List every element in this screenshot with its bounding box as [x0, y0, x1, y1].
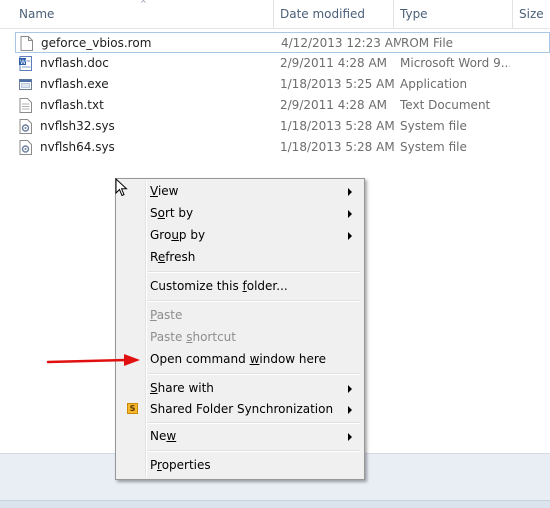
sync-app-icon: S	[127, 403, 138, 414]
menu-separator	[148, 373, 360, 375]
file-date: 1/18/2013 5:28 AM	[280, 119, 395, 133]
file-name: nvflash.txt	[40, 98, 104, 112]
file-date: 4/12/2013 12:23 AM	[281, 36, 401, 50]
file-date: 2/9/2011 4:28 AM	[280, 56, 388, 70]
file-name: nvflash.doc	[40, 56, 109, 70]
file-row-nvflash-exe[interactable]: nvflash.exe 1/18/2013 5:25 AM Applicatio…	[15, 74, 550, 95]
system-file-icon	[19, 140, 32, 155]
menu-item-group-by[interactable]: Group by	[118, 224, 362, 246]
submenu-arrow-icon	[348, 188, 352, 196]
mouse-cursor-icon	[115, 178, 128, 197]
menu-item-label: Sort by	[150, 206, 194, 220]
menu-item-label: Share with	[150, 381, 214, 395]
svg-text:W: W	[20, 59, 26, 66]
file-row-nvflash-txt[interactable]: nvflash.txt 2/9/2011 4:28 AM Text Docume…	[15, 95, 550, 116]
menu-item-customize-folder[interactable]: Customize this folder...	[118, 275, 362, 297]
menu-item-sort-by[interactable]: Sort by	[118, 202, 362, 224]
file-row-nvflsh32-sys[interactable]: nvflsh32.sys 1/18/2013 5:28 AM System fi…	[15, 116, 550, 137]
file-name: geforce_vbios.rom	[41, 36, 152, 50]
menu-item-label: Open command window here	[150, 352, 326, 366]
menu-item-open-command-window[interactable]: Open command window here	[118, 348, 362, 370]
file-type: Text Document	[400, 98, 491, 112]
menu-item-shared-folder-sync[interactable]: S Shared Folder Synchronization	[118, 398, 362, 420]
column-type-header[interactable]: Type	[394, 0, 512, 28]
file-type: ROM File	[401, 36, 454, 50]
submenu-arrow-icon	[348, 406, 352, 414]
file-row-nvflash-doc[interactable]: W nvflash.doc 2/9/2011 4:28 AM Microsoft…	[15, 53, 550, 74]
menu-separator	[148, 271, 360, 273]
menu-item-paste: Paste	[118, 304, 362, 326]
word-doc-icon: W	[19, 56, 32, 71]
file-type: Microsoft Word 9...	[400, 56, 510, 70]
menu-separator	[148, 300, 360, 302]
menu-separator	[148, 450, 360, 452]
submenu-arrow-icon	[348, 210, 352, 218]
blank-file-icon	[20, 36, 33, 51]
menu-item-label: Shared Folder Synchronization	[150, 402, 334, 416]
menu-item-label: Group by	[150, 228, 206, 242]
file-date: 1/18/2013 5:25 AM	[280, 77, 395, 91]
menu-separator	[148, 422, 360, 424]
menu-item-label: View	[150, 184, 179, 198]
column-header-bar: ^ Name Date modified Type Size	[0, 0, 550, 29]
submenu-arrow-icon	[348, 232, 352, 240]
system-file-icon	[19, 119, 32, 134]
file-type: System file	[400, 140, 467, 154]
file-name: nvflsh64.sys	[40, 140, 115, 154]
file-name: nvflsh32.sys	[40, 119, 115, 133]
menu-item-label: Paste shortcut	[150, 330, 236, 344]
context-menu: View Sort by Group by Refresh Customize …	[115, 178, 365, 480]
application-icon	[19, 79, 32, 90]
file-name: nvflash.exe	[40, 77, 109, 91]
submenu-arrow-icon	[348, 385, 352, 393]
column-date-header[interactable]: Date modified	[274, 0, 393, 28]
menu-item-label: Customize this folder...	[150, 279, 288, 293]
menu-item-label: New	[150, 429, 177, 443]
menu-item-label: Refresh	[150, 250, 196, 264]
file-type: System file	[400, 119, 467, 133]
menu-item-share-with[interactable]: Share with	[118, 377, 362, 399]
annotation-arrow-icon	[46, 354, 140, 366]
text-file-icon	[19, 98, 32, 113]
submenu-arrow-icon	[348, 433, 352, 441]
file-type: Application	[400, 77, 468, 91]
menu-item-paste-shortcut: Paste shortcut	[118, 326, 362, 348]
column-size-header[interactable]: Size	[513, 0, 550, 28]
menu-item-new[interactable]: New	[118, 425, 362, 447]
menu-item-view[interactable]: View	[118, 180, 362, 202]
file-date: 2/9/2011 4:28 AM	[280, 98, 388, 112]
file-date: 1/18/2013 5:28 AM	[280, 140, 395, 154]
menu-item-refresh[interactable]: Refresh	[118, 246, 362, 268]
menu-item-properties[interactable]: Properties	[118, 454, 362, 476]
file-row-nvflsh64-sys[interactable]: nvflsh64.sys 1/18/2013 5:28 AM System fi…	[15, 137, 550, 158]
column-name-header[interactable]: Name	[13, 0, 273, 28]
menu-item-label: Properties	[150, 458, 211, 472]
menu-item-label: Paste	[150, 308, 183, 322]
file-row-geforce-vbios[interactable]: geforce_vbios.rom 4/12/2013 12:23 AM ROM…	[15, 32, 550, 53]
